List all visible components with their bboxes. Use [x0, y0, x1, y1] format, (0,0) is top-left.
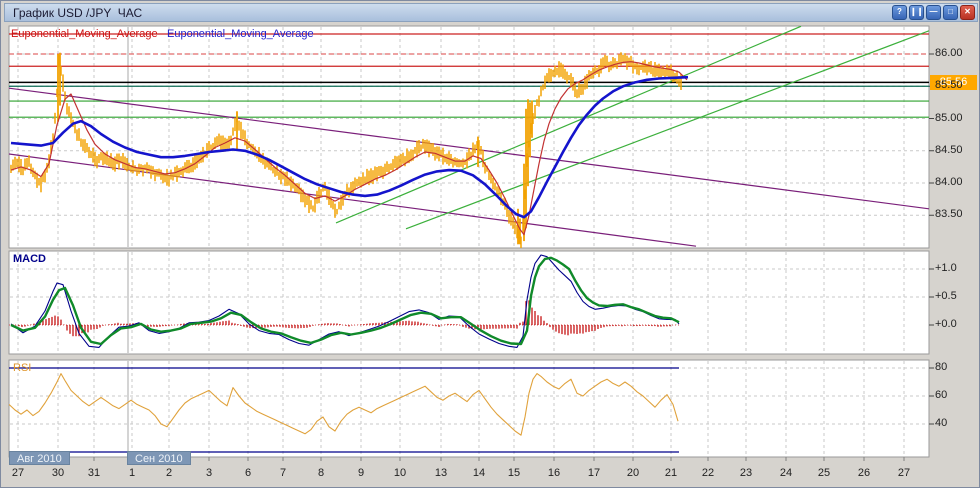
macd-panel — [9, 251, 929, 354]
main-panel — [9, 26, 929, 248]
chart-canvas[interactable] — [1, 1, 980, 488]
chart-window: График USD /JPY ЧАС ?❙❙—□✕ Euponential_M… — [0, 0, 980, 488]
